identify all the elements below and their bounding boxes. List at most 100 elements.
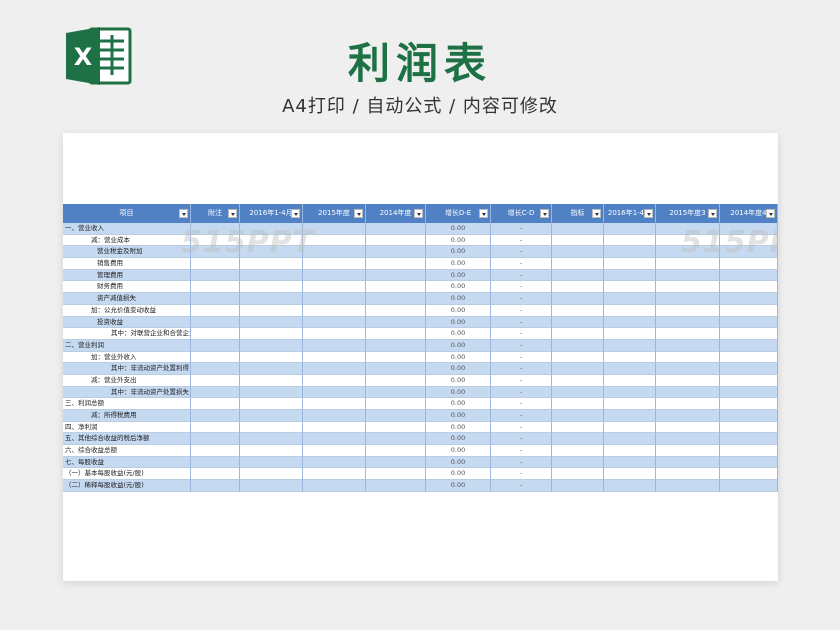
data-cell[interactable] — [656, 363, 720, 375]
data-cell[interactable] — [303, 433, 366, 446]
filter-dropdown-icon[interactable] — [540, 209, 549, 218]
data-cell[interactable] — [191, 304, 240, 317]
data-cell[interactable] — [604, 468, 656, 481]
data-cell[interactable] — [191, 269, 240, 282]
data-cell[interactable] — [552, 339, 604, 352]
data-cell[interactable] — [720, 234, 778, 247]
row-label-cell[interactable]: 七、每股收益 — [63, 456, 191, 469]
row-label-cell[interactable]: 减：营业外支出 — [63, 374, 191, 387]
data-cell[interactable] — [191, 246, 240, 259]
data-cell[interactable] — [552, 456, 604, 469]
data-cell[interactable] — [552, 246, 604, 259]
data-cell[interactable] — [303, 410, 366, 422]
data-cell[interactable] — [191, 234, 240, 247]
data-cell[interactable] — [191, 410, 240, 422]
data-cell[interactable] — [366, 468, 426, 481]
data-cell[interactable] — [303, 351, 366, 364]
data-cell[interactable] — [191, 281, 240, 294]
row-label-cell[interactable]: 一、营业收入 — [63, 223, 191, 235]
data-cell[interactable] — [303, 480, 366, 492]
data-cell[interactable] — [191, 468, 240, 481]
growth-cd-cell[interactable]: - — [491, 445, 552, 457]
data-cell[interactable] — [604, 281, 656, 294]
growth-de-cell[interactable]: 0.00 — [426, 386, 491, 399]
data-cell[interactable] — [191, 339, 240, 352]
row-label-cell[interactable]: 四、净利润 — [63, 421, 191, 434]
data-cell[interactable] — [656, 351, 720, 364]
data-cell[interactable] — [240, 468, 303, 481]
data-cell[interactable] — [240, 398, 303, 410]
data-cell[interactable] — [552, 304, 604, 317]
growth-cd-cell[interactable]: - — [491, 269, 552, 282]
data-cell[interactable] — [604, 234, 656, 247]
data-cell[interactable] — [240, 269, 303, 282]
data-cell[interactable] — [604, 433, 656, 446]
data-cell[interactable] — [720, 293, 778, 305]
data-cell[interactable] — [720, 328, 778, 340]
data-cell[interactable] — [191, 421, 240, 434]
data-cell[interactable] — [303, 316, 366, 329]
row-label-cell[interactable]: 加：营业外收入 — [63, 351, 191, 364]
data-cell[interactable] — [656, 410, 720, 422]
data-cell[interactable] — [366, 351, 426, 364]
data-cell[interactable] — [240, 410, 303, 422]
data-cell[interactable] — [303, 304, 366, 317]
data-cell[interactable] — [720, 480, 778, 492]
data-cell[interactable] — [366, 410, 426, 422]
data-cell[interactable] — [191, 316, 240, 329]
data-cell[interactable] — [604, 386, 656, 399]
data-cell[interactable] — [720, 223, 778, 235]
growth-de-cell[interactable]: 0.00 — [426, 351, 491, 364]
data-cell[interactable] — [303, 468, 366, 481]
row-label-cell[interactable]: 五、其他综合收益的税后净额 — [63, 433, 191, 446]
growth-de-cell[interactable]: 0.00 — [426, 398, 491, 410]
data-cell[interactable] — [366, 480, 426, 492]
filter-dropdown-icon[interactable] — [592, 209, 601, 218]
data-cell[interactable] — [366, 223, 426, 235]
growth-de-cell[interactable]: 0.00 — [426, 339, 491, 352]
data-cell[interactable] — [720, 258, 778, 270]
row-label-cell[interactable]: （一）基本每股收益(元/股) — [63, 468, 191, 481]
filter-dropdown-icon[interactable] — [644, 209, 653, 218]
data-cell[interactable] — [552, 468, 604, 481]
filter-dropdown-icon[interactable] — [708, 209, 717, 218]
data-cell[interactable] — [240, 246, 303, 259]
data-cell[interactable] — [656, 316, 720, 329]
data-cell[interactable] — [191, 374, 240, 387]
growth-cd-cell[interactable]: - — [491, 258, 552, 270]
row-label-cell[interactable]: 二、营业利润 — [63, 339, 191, 352]
growth-cd-cell[interactable]: - — [491, 421, 552, 434]
row-label-cell[interactable]: 其中：非流动资产处置损失 — [63, 386, 191, 399]
growth-cd-cell[interactable]: - — [491, 246, 552, 259]
data-cell[interactable] — [604, 304, 656, 317]
data-cell[interactable] — [552, 281, 604, 294]
data-cell[interactable] — [720, 421, 778, 434]
data-cell[interactable] — [604, 293, 656, 305]
growth-de-cell[interactable]: 0.00 — [426, 328, 491, 340]
data-cell[interactable] — [604, 480, 656, 492]
data-cell[interactable] — [191, 293, 240, 305]
data-cell[interactable] — [303, 281, 366, 294]
data-cell[interactable] — [366, 234, 426, 247]
data-cell[interactable] — [240, 421, 303, 434]
data-cell[interactable] — [604, 410, 656, 422]
growth-de-cell[interactable]: 0.00 — [426, 269, 491, 282]
data-cell[interactable] — [303, 293, 366, 305]
data-cell[interactable] — [720, 316, 778, 329]
data-cell[interactable] — [720, 339, 778, 352]
data-cell[interactable] — [303, 445, 366, 457]
filter-dropdown-icon[interactable] — [179, 209, 188, 218]
data-cell[interactable] — [240, 351, 303, 364]
data-cell[interactable] — [604, 223, 656, 235]
data-cell[interactable] — [366, 374, 426, 387]
data-cell[interactable] — [240, 480, 303, 492]
data-cell[interactable] — [604, 456, 656, 469]
growth-cd-cell[interactable]: - — [491, 374, 552, 387]
data-cell[interactable] — [552, 234, 604, 247]
row-label-cell[interactable]: 其中：非流动资产处置利得 — [63, 363, 191, 375]
data-cell[interactable] — [604, 258, 656, 270]
data-cell[interactable] — [604, 316, 656, 329]
growth-cd-cell[interactable]: - — [491, 234, 552, 247]
growth-de-cell[interactable]: 0.00 — [426, 374, 491, 387]
row-label-cell[interactable]: 营业税金及附加 — [63, 246, 191, 259]
